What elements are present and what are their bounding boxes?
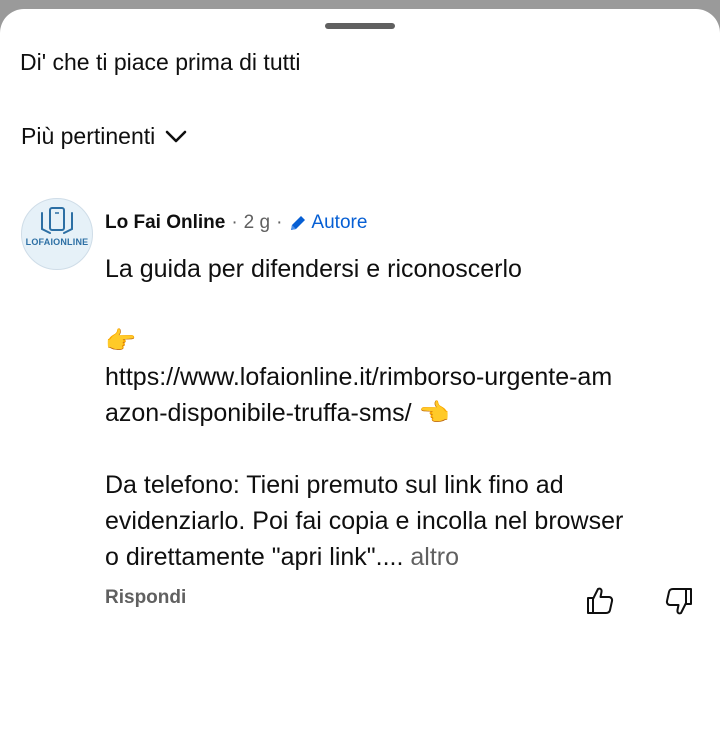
chevron-down-icon: [165, 130, 187, 142]
comment-meta: Lo Fai Online · 2 g · Autore: [105, 212, 367, 234]
like-button[interactable]: [584, 585, 616, 622]
comment-last-line: o direttamente "apri link".... altro: [105, 539, 705, 575]
comments-sheet: Di' che ti piace prima di tutti Più pert…: [0, 9, 720, 746]
thumbs-up-icon: [587, 587, 614, 614]
comment-age: 2 g: [243, 212, 271, 233]
comment-link-line: https://www.lofaionline.it/rimborso-urge…: [105, 363, 613, 391]
read-more-link[interactable]: altro: [410, 543, 459, 571]
comment-line: Da telefono: Tieni premuto sul link fino…: [105, 471, 564, 499]
comment-line: evidenziarlo. Poi fai copia e incolla ne…: [105, 507, 624, 535]
comment-text: La guida per difendersi e riconoscerlo 👉…: [105, 251, 705, 575]
phone-hands-logo-icon: [41, 207, 73, 234]
avatar-logo-text: LOFAIONLINE: [25, 237, 89, 247]
drag-handle[interactable]: [325, 23, 395, 29]
author-badge: Autore: [288, 212, 367, 234]
sort-dropdown[interactable]: Più pertinenti: [21, 123, 187, 150]
meta-separator: ·: [231, 212, 238, 233]
dislike-button[interactable]: [663, 585, 695, 622]
comment-line: o direttamente "apri link"....: [105, 543, 404, 571]
thumbs-down-icon: [665, 588, 692, 615]
comment-line: La guida per difendersi e riconoscerlo: [105, 255, 522, 283]
comment-line: [105, 431, 705, 467]
reply-button[interactable]: Rispondi: [105, 587, 186, 609]
comment-line: [105, 287, 705, 323]
author-badge-label: Autore: [311, 212, 368, 233]
avatar[interactable]: LOFAIONLINE: [21, 198, 93, 270]
first-like-prompt: Di' che ti piace prima di tutti: [20, 49, 301, 75]
comment-link-line: azon-disponibile-truffa-sms/ 👈: [105, 399, 450, 427]
meta-separator: ·: [276, 212, 283, 233]
comment-line: 👉: [105, 327, 137, 355]
author-name[interactable]: Lo Fai Online: [105, 212, 225, 234]
pencil-icon: [291, 216, 306, 230]
sort-label: Più pertinenti: [21, 123, 156, 149]
